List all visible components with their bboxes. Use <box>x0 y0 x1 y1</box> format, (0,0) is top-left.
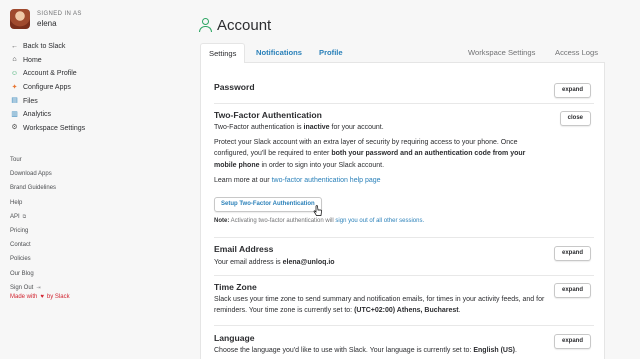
email-value: elena@unloq.io <box>282 259 335 266</box>
divider <box>214 103 594 104</box>
email-text: Your email address is elena@unloq.io <box>214 259 335 266</box>
sidebar-item-back-to-slack[interactable]: ← Back to Slack <box>10 40 85 54</box>
language-section: Language Choose the language you'd like … <box>214 333 594 356</box>
language-text: Choose the language you'd like to use wi… <box>214 347 517 354</box>
two-factor-help-link[interactable]: two-factor authentication help page <box>272 177 381 184</box>
made-with-suffix: by Slack <box>46 294 70 300</box>
section-title: Language <box>214 333 255 343</box>
divider <box>214 275 594 276</box>
language-value: English (US) <box>473 347 515 354</box>
person-icon: ☺ <box>10 69 19 77</box>
setup-two-factor-button[interactable]: Setup Two-Factor Authentication <box>214 197 322 213</box>
link-policies[interactable]: Policies <box>10 252 56 266</box>
link-sign-out[interactable]: Sign Out ⇥ <box>10 281 56 295</box>
made-with-prefix: Made with <box>10 294 38 300</box>
two-factor-note: Note: Activating two-factor authenticati… <box>214 218 425 225</box>
avatar <box>10 9 30 29</box>
password-expand-button[interactable]: expand <box>553 83 591 98</box>
gear-icon: ⚙ <box>11 124 18 132</box>
sidebar-item-account-profile[interactable]: ☺ Account & Profile <box>10 67 85 81</box>
sidebar-item-configure-apps[interactable]: ✦ Configure Apps <box>10 81 85 95</box>
sidebar-item-label: Files <box>23 97 38 105</box>
divider <box>214 237 594 238</box>
link-help[interactable]: Help <box>10 196 56 210</box>
sidebar-item-label: Workspace Settings <box>23 124 86 132</box>
analytics-icon: ▥ <box>11 110 18 118</box>
sidebar-item-analytics[interactable]: ▥ Analytics <box>10 108 85 122</box>
divider <box>214 325 594 326</box>
sidebar-item-label: Analytics <box>23 111 52 119</box>
section-title: Password <box>214 82 255 92</box>
language-expand-button[interactable]: expand <box>553 334 591 349</box>
two-factor-status-value: inactive <box>303 124 330 131</box>
link-pricing[interactable]: Pricing <box>10 224 56 238</box>
two-factor-description: Protect your Slack account with an extra… <box>214 139 526 169</box>
section-title: Email Address <box>214 244 274 254</box>
password-section: Password <box>214 82 594 92</box>
section-title: Time Zone <box>214 282 257 292</box>
sidebar-item-label: Back to Slack <box>23 43 66 51</box>
email-section: Email Address Your email address is elen… <box>214 244 594 268</box>
two-factor-section: Two-Factor Authentication Two-Factor aut… <box>214 110 594 224</box>
account-icon <box>199 18 212 33</box>
tab-bar: Settings Notifications Profile Workspace… <box>200 43 605 64</box>
link-brand-guidelines[interactable]: Brand Guidelines <box>10 181 56 195</box>
footer-links: Tour Download Apps Brand Guidelines Help… <box>10 153 56 295</box>
made-with-label: Made with ♥ by Slack <box>10 294 70 300</box>
timezone-expand-button[interactable]: expand <box>553 283 591 298</box>
two-factor-close-button[interactable]: close <box>559 111 591 126</box>
tab-workspace-settings[interactable]: Workspace Settings <box>468 43 535 63</box>
link-api-label: API <box>10 213 20 220</box>
section-title: Two-Factor Authentication <box>214 110 322 120</box>
apps-icon: ✦ <box>11 83 18 91</box>
link-tour[interactable]: Tour <box>10 153 56 167</box>
page-title: Account <box>217 17 272 34</box>
external-link-icon: ⧉ <box>22 213 27 220</box>
two-factor-learn-more: Learn more at our two-factor authenticat… <box>214 176 381 184</box>
sidebar-nav: ← Back to Slack ⌂ Home ☺ Account & Profi… <box>10 40 85 135</box>
arrow-left-icon: ← <box>11 42 18 50</box>
tab-notifications[interactable]: Notifications <box>256 43 302 63</box>
link-contact[interactable]: Contact <box>10 238 56 252</box>
username: elena <box>37 18 57 28</box>
page-header: Account <box>199 17 271 34</box>
timezone-value: (UTC+02:00) Athens, Bucharest <box>354 307 459 315</box>
link-api[interactable]: API ⧉ <box>10 210 56 224</box>
sidebar: SIGNED IN AS elena ← Back to Slack ⌂ Hom… <box>0 0 186 359</box>
signed-in-label: SIGNED IN AS <box>37 10 82 17</box>
sign-out-icon: ⇥ <box>36 284 41 291</box>
email-expand-button[interactable]: expand <box>553 246 591 261</box>
sidebar-item-label: Configure Apps <box>23 84 71 92</box>
tab-settings[interactable]: Settings <box>200 43 246 64</box>
link-sign-out-label: Sign Out <box>10 284 34 291</box>
two-factor-status: Two-Factor authentication is inactive fo… <box>214 124 384 131</box>
user-info: SIGNED IN AS elena <box>10 8 82 30</box>
sidebar-item-label: Account & Profile <box>23 70 77 78</box>
sidebar-item-files[interactable]: ▤ Files <box>10 94 85 108</box>
sidebar-item-label: Home <box>23 56 42 64</box>
hand-cursor-icon <box>313 205 322 216</box>
files-icon: ▤ <box>11 97 18 105</box>
settings-panel: Password expand Two-Factor Authenticatio… <box>200 63 605 359</box>
timezone-text: Slack uses your time zone to send summar… <box>214 296 545 315</box>
link-our-blog[interactable]: Our Blog <box>10 267 56 281</box>
sidebar-item-home[interactable]: ⌂ Home <box>10 54 85 68</box>
timezone-section: Time Zone Slack uses your time zone to s… <box>214 282 594 316</box>
home-icon: ⌂ <box>12 56 17 64</box>
sidebar-item-workspace-settings[interactable]: ⚙ Workspace Settings <box>10 122 85 136</box>
tab-profile[interactable]: Profile <box>319 43 343 63</box>
tab-access-logs[interactable]: Access Logs <box>555 43 598 63</box>
link-download-apps[interactable]: Download Apps <box>10 167 56 181</box>
sign-out-sessions-link[interactable]: sign you out of all other sessions. <box>335 218 424 224</box>
heart-icon: ♥ <box>40 294 44 300</box>
